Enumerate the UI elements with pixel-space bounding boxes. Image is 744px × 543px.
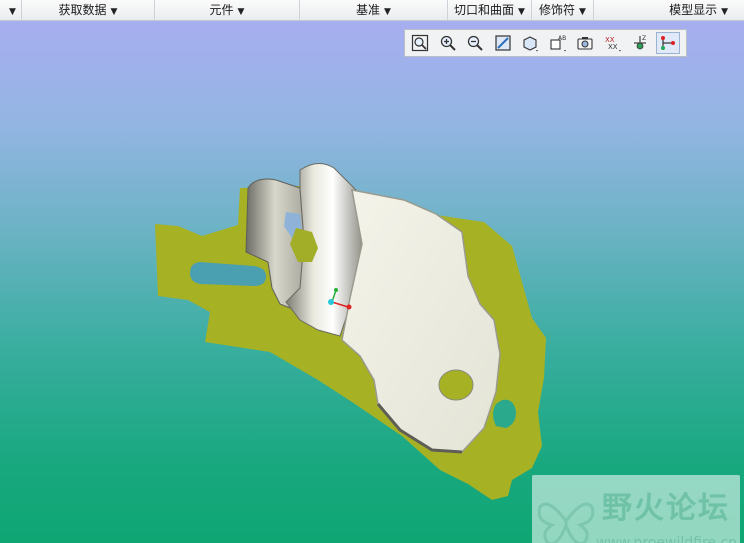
ribbon-group-collapsed[interactable]: ▼ — [0, 0, 22, 20]
zoom-fit-icon — [411, 34, 429, 52]
repaint-icon — [494, 35, 511, 51]
ribbon-group-model-display[interactable]: 模型显示 ▼ — [594, 0, 744, 20]
svg-text:XX: XX — [608, 43, 618, 51]
watermark-title: 野火论坛 — [602, 491, 730, 526]
chevron-down-icon: ▼ — [384, 7, 391, 17]
butterfly-logo-icon — [537, 502, 595, 543]
saved-views-icon: AB — [549, 35, 566, 52]
zoom-out-icon — [467, 35, 483, 51]
ribbon-group-label: 元件 — [209, 3, 234, 17]
spin-center-button[interactable]: Z — [628, 32, 652, 54]
spin-center-icon: Z — [634, 35, 646, 50]
ribbon-group-datum[interactable]: 基准 ▼ — [300, 0, 448, 20]
display-style-icon — [523, 36, 538, 52]
axis-y-tip — [334, 288, 338, 292]
svg-text:Z: Z — [642, 35, 646, 42]
axis-x-tip — [346, 304, 352, 310]
view-manager-button[interactable] — [573, 32, 597, 54]
chevron-down-icon: ▼ — [579, 7, 586, 17]
ribbon-group-label: 切口和曲面 — [454, 3, 515, 17]
svg-text:AB: AB — [558, 35, 566, 42]
ribbon-group-component[interactable]: 元件 ▼ — [155, 0, 300, 20]
face-hole — [438, 369, 474, 401]
view-manager-icon — [577, 37, 593, 50]
chevron-down-icon: ▼ — [9, 7, 16, 17]
chevron-down-icon: ▼ — [721, 7, 728, 17]
saved-views-button[interactable]: AB — [546, 32, 570, 54]
zoom-fit-button[interactable] — [408, 32, 432, 54]
axis-origin — [328, 299, 334, 305]
ribbon-group-label: 基准 — [356, 3, 381, 17]
ribbon-group-cut-and-surface[interactable]: 切口和曲面 ▼ — [448, 0, 532, 20]
ribbon-group-label: 模型显示 — [669, 3, 718, 17]
repaint-button[interactable] — [491, 32, 515, 54]
ribbon-group-label: 获取数据 — [58, 3, 107, 17]
chevron-down-icon: ▼ — [110, 7, 118, 17]
chevron-down-icon: ▼ — [518, 7, 525, 17]
ribbon-toolbar: ▼ 获取数据 ▼ 元件 ▼ 基准 ▼ 切口和曲面 ▼ 修饰符 ▼ 模型显示 ▼ — [0, 0, 744, 21]
display-style-button[interactable] — [518, 32, 542, 54]
ribbon-group-label: 修饰符 — [539, 3, 576, 17]
annotation-display-icon — [660, 36, 675, 50]
watermark: 野火论坛 www.proewildfire.cn — [532, 475, 740, 543]
datum-display-icon: XX XX — [605, 36, 621, 52]
zoom-out-button[interactable] — [463, 32, 487, 54]
zoom-in-button[interactable] — [436, 32, 460, 54]
zoom-in-icon — [440, 35, 456, 51]
datum-display-button[interactable]: XX XX — [601, 32, 625, 54]
watermark-url: www.proewildfire.cn — [596, 535, 738, 543]
chevron-down-icon: ▼ — [237, 7, 245, 17]
3d-model[interactable] — [0, 21, 744, 543]
annotation-display-button[interactable] — [655, 32, 680, 54]
ribbon-group-modifier[interactable]: 修饰符 ▼ — [532, 0, 594, 20]
ribbon-group-get-data[interactable]: 获取数据 ▼ — [22, 0, 155, 20]
graphics-viewport[interactable]: AB XX XX Z 野火论坛 www.proewildfire.cn — [0, 21, 744, 543]
view-toolbar: AB XX XX Z — [404, 29, 687, 57]
